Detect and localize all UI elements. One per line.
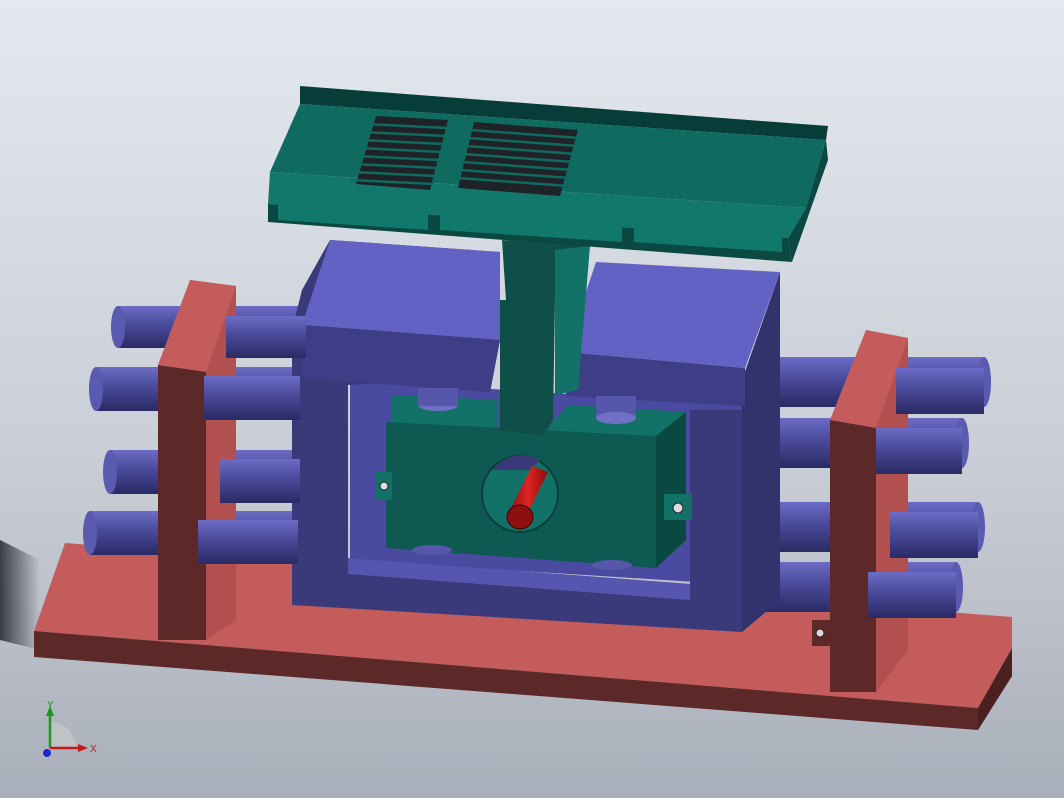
frame-bolt-tab-right [664, 494, 692, 520]
armature-foot-left [412, 545, 452, 555]
frame-top-right [566, 262, 780, 368]
coordinate-triad: Y X [43, 700, 97, 757]
triad-x-label: X [90, 744, 97, 755]
model-view[interactable] [0, 0, 1064, 798]
base-bolt-hole-right [812, 620, 832, 646]
frame-top-left [302, 240, 500, 340]
frame-bolt-tab-left [376, 472, 392, 500]
triad-x-arrow [78, 744, 88, 752]
armature-foot-right [592, 560, 632, 570]
triad-y-label: Y [47, 700, 54, 711]
triad-plane [50, 722, 76, 748]
cad-viewport[interactable]: Y X [0, 0, 1064, 798]
triad-z-axis [43, 749, 51, 757]
drive-shaft-end [506, 504, 534, 530]
